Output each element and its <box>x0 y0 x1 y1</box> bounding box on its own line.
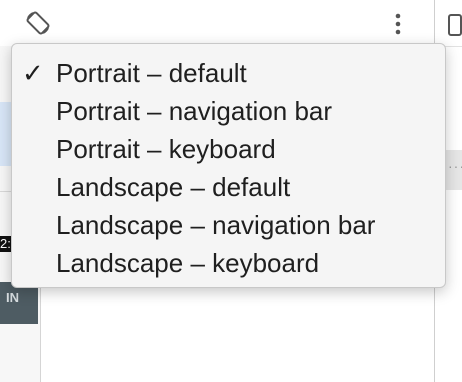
preview-button[interactable]: IN <box>0 282 38 324</box>
menu-item-portrait-keyboard[interactable]: Portrait – keyboard <box>12 130 445 168</box>
menu-item-landscape-keyboard[interactable]: Landscape – keyboard <box>12 244 445 282</box>
menu-item-label: Portrait – keyboard <box>56 134 276 164</box>
device-mode-dropdown: ✓ Portrait – default Portrait – navigati… <box>11 43 446 288</box>
menu-item-label: Portrait – default <box>56 58 247 88</box>
menu-item-landscape-navigation-bar[interactable]: Landscape – navigation bar <box>12 206 445 244</box>
menu-item-portrait-navigation-bar[interactable]: Portrait – navigation bar <box>12 92 445 130</box>
menu-item-label: Portrait – navigation bar <box>56 96 333 126</box>
rotate-device-icon[interactable] <box>24 9 52 37</box>
menu-item-label: Landscape – navigation bar <box>56 210 376 240</box>
menu-item-portrait-default[interactable]: ✓ Portrait – default <box>12 54 445 92</box>
panel-icon[interactable] <box>448 14 462 36</box>
menu-item-label: Landscape – keyboard <box>56 248 320 278</box>
kebab-menu-icon[interactable] <box>388 10 408 38</box>
more-dots-icon: ··· <box>448 158 462 174</box>
checkmark-icon: ✓ <box>22 58 44 88</box>
toolbar <box>0 0 462 47</box>
preview-button-label: IN <box>6 290 19 305</box>
menu-item-landscape-default[interactable]: Landscape – default <box>12 168 445 206</box>
menu-item-label: Landscape – default <box>56 172 291 202</box>
